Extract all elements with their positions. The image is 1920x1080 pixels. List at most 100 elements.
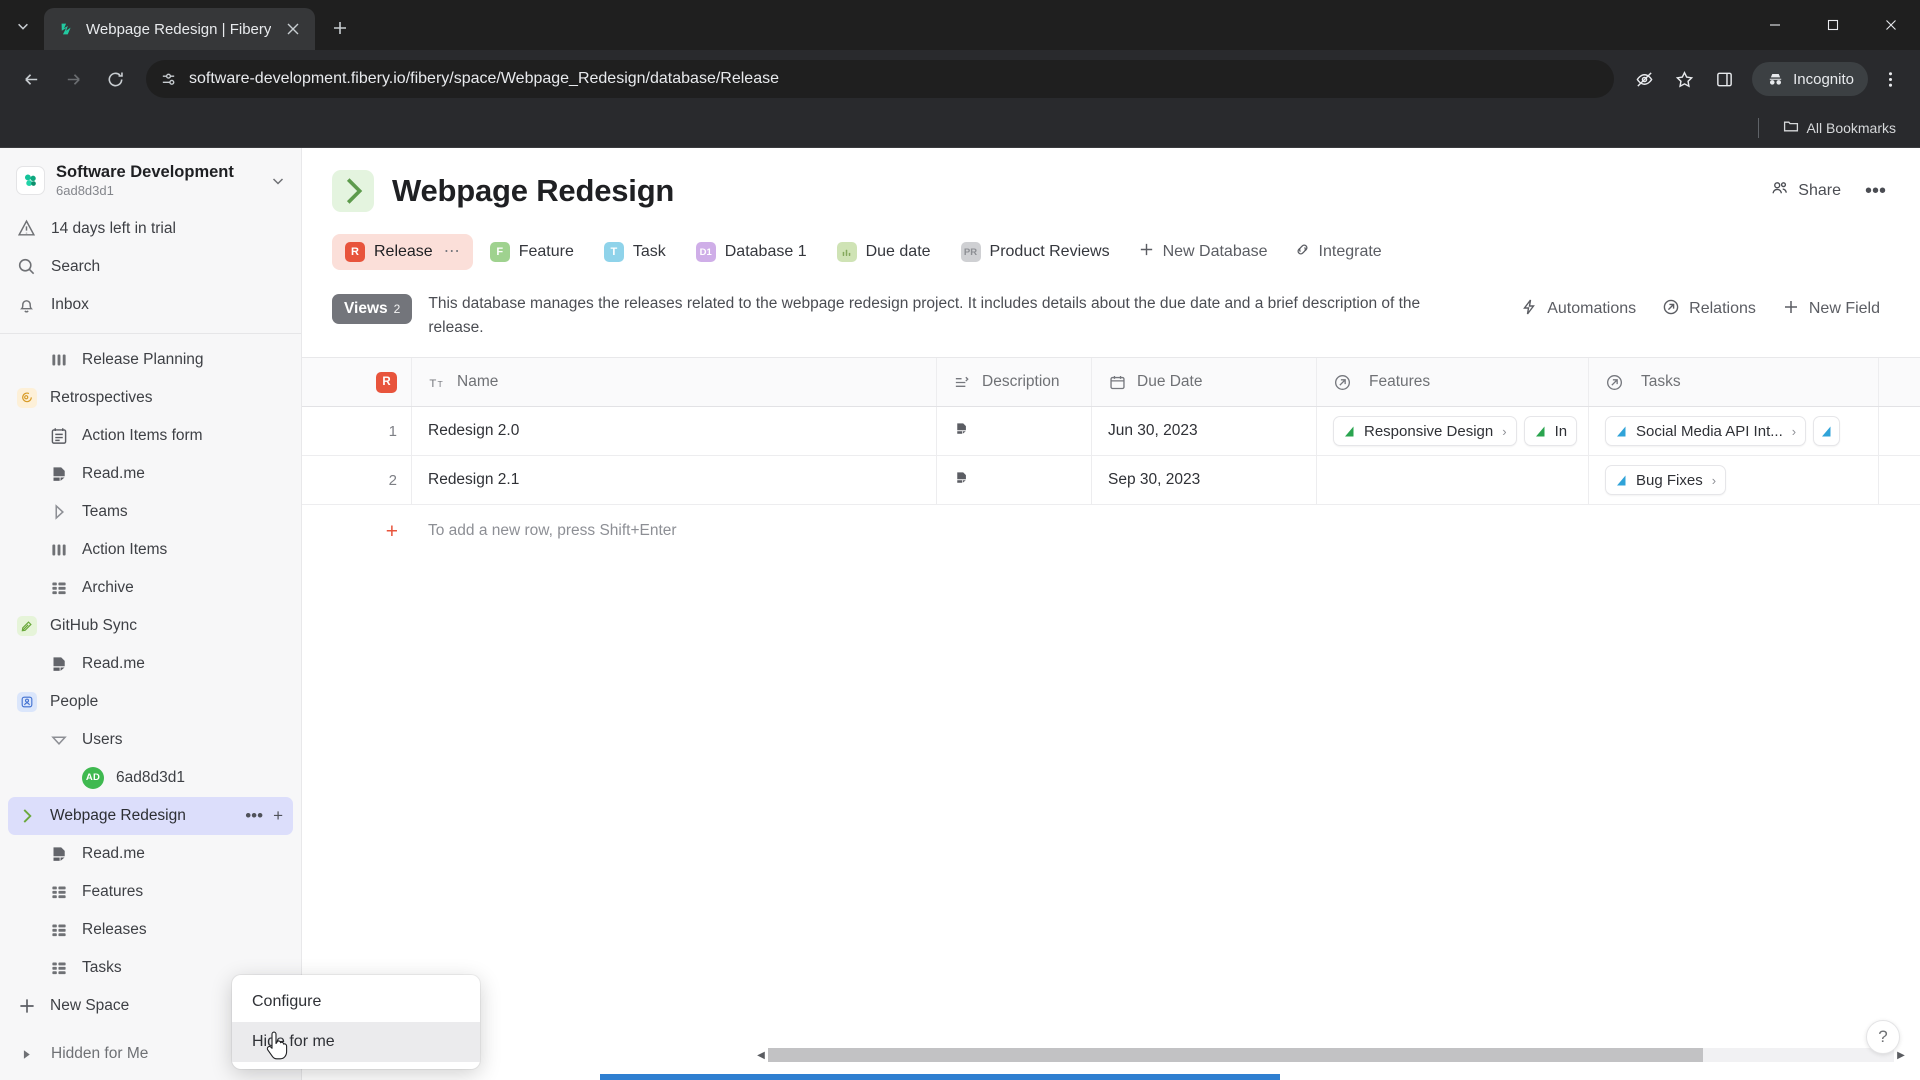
- sidebar-item-inbox[interactable]: Inbox: [0, 286, 301, 324]
- automations-button[interactable]: Automations: [1510, 292, 1646, 326]
- new-database-label: New Database: [1162, 243, 1268, 260]
- reload-button[interactable]: [96, 60, 134, 98]
- address-bar[interactable]: software-development.fibery.io/fibery/sp…: [146, 60, 1615, 98]
- close-window-button[interactable]: [1862, 0, 1920, 50]
- workspace-header[interactable]: Software Development 6ad8d3d1: [0, 148, 301, 210]
- column-header-description[interactable]: Description: [937, 358, 1092, 407]
- incognito-indicator[interactable]: Incognito: [1752, 62, 1868, 96]
- column-header-tasks[interactable]: Tasks: [1589, 358, 1879, 407]
- share-button[interactable]: Share: [1770, 179, 1841, 203]
- sidebar-item-webpage-redesign[interactable]: Webpage Redesign ••• +: [8, 796, 293, 835]
- sidebar-item-github-sync[interactable]: GitHub Sync: [0, 607, 301, 645]
- cell-name[interactable]: Redesign 2.1: [412, 456, 937, 505]
- database-description[interactable]: This database manages the releases relat…: [428, 292, 1438, 339]
- sidebar-item-readme-retro[interactable]: Read.me: [0, 455, 301, 493]
- relation-chip[interactable]: [1813, 416, 1841, 447]
- sidebar: Software Development 6ad8d3d1 14 days le…: [0, 148, 302, 1080]
- add-row-plus-icon[interactable]: +: [302, 521, 412, 542]
- sidebar-item-people[interactable]: People: [0, 683, 301, 721]
- forward-button[interactable]: [54, 60, 92, 98]
- table-row[interactable]: 2 Redesign 2.1 Sep 30, 2023 Bug Fixes ›: [302, 456, 1920, 506]
- sidebar-item-action-items[interactable]: Action Items: [0, 531, 301, 569]
- sidebar-item-retrospectives[interactable]: Retrospectives: [0, 379, 301, 417]
- tab-database-1[interactable]: D1 Database 1: [683, 234, 820, 270]
- chevron-right-icon[interactable]: ›: [1502, 424, 1506, 439]
- tab-due-date[interactable]: Due date: [824, 234, 944, 270]
- bell-icon: [16, 294, 37, 315]
- space-add-icon[interactable]: +: [273, 807, 283, 824]
- tab-release[interactable]: R Release ⋯: [332, 234, 473, 270]
- all-bookmarks-button[interactable]: All Bookmarks: [1775, 114, 1904, 141]
- page-more-icon[interactable]: •••: [1861, 181, 1890, 201]
- tab-more-icon[interactable]: ⋯: [444, 244, 460, 260]
- back-button[interactable]: [12, 60, 50, 98]
- maximize-button[interactable]: [1804, 0, 1862, 50]
- due-date-badge-icon: [836, 242, 857, 262]
- sidebar-item-releases[interactable]: Releases: [0, 911, 301, 949]
- sidebar-item-archive[interactable]: Archive: [0, 569, 301, 607]
- scrollbar-thumb[interactable]: [768, 1048, 1703, 1062]
- new-tab-button[interactable]: [323, 11, 357, 45]
- cell-tasks[interactable]: Bug Fixes ›: [1589, 456, 1879, 505]
- cell-name[interactable]: Redesign 2.0: [412, 407, 937, 456]
- sidebar-item-users[interactable]: Users: [0, 721, 301, 759]
- eye-off-icon[interactable]: [1626, 61, 1662, 97]
- horizontal-scrollbar[interactable]: ◀ ▶: [754, 1046, 1908, 1064]
- side-panel-icon[interactable]: [1706, 61, 1742, 97]
- new-database-button[interactable]: New Database: [1127, 234, 1279, 270]
- column-label: Due Date: [1137, 373, 1203, 391]
- minimize-button[interactable]: [1746, 0, 1804, 50]
- cell-tasks[interactable]: Social Media API Int... ›: [1589, 407, 1879, 456]
- chevron-right-icon[interactable]: ›: [1712, 473, 1716, 488]
- cell-due-date[interactable]: Sep 30, 2023: [1092, 456, 1317, 505]
- workspace-logo-icon: [16, 166, 45, 196]
- cell-features[interactable]: [1317, 456, 1589, 505]
- scroll-left-arrow-icon[interactable]: ◀: [754, 1050, 768, 1061]
- cell-features[interactable]: Responsive Design › In: [1317, 407, 1589, 456]
- scrollbar-track[interactable]: [768, 1048, 1894, 1062]
- scroll-right-arrow-icon[interactable]: ▶: [1894, 1050, 1908, 1061]
- tab-task[interactable]: T Task: [591, 234, 679, 270]
- context-menu-item-configure[interactable]: Configure: [232, 982, 480, 1022]
- cell-description[interactable]: [937, 456, 1092, 505]
- site-settings-icon[interactable]: [160, 71, 177, 88]
- sidebar-item-readme-webpage[interactable]: Read.me: [0, 835, 301, 873]
- relations-button[interactable]: Relations: [1652, 292, 1766, 326]
- space-more-icon[interactable]: •••: [245, 807, 263, 824]
- sidebar-item-user-6ad8d3d1[interactable]: AD 6ad8d3d1: [0, 759, 301, 797]
- tab-search-icon[interactable]: [6, 9, 40, 43]
- chevron-right-icon[interactable]: ›: [1792, 424, 1796, 439]
- relation-chip[interactable]: Responsive Design ›: [1333, 416, 1517, 447]
- column-label: Tasks: [1641, 373, 1681, 391]
- sidebar-item-search[interactable]: Search: [0, 248, 301, 286]
- space-expand-icon[interactable]: [332, 170, 374, 212]
- new-field-button[interactable]: New Field: [1772, 292, 1890, 326]
- tab-close-icon[interactable]: [281, 17, 305, 41]
- chevron-down-icon[interactable]: [269, 172, 287, 190]
- trial-status[interactable]: 14 days left in trial: [0, 210, 301, 248]
- chevron-right-icon[interactable]: [16, 805, 38, 827]
- sidebar-item-features[interactable]: Features: [0, 873, 301, 911]
- sidebar-item-readme-github[interactable]: Read.me: [0, 645, 301, 683]
- browser-menu-icon[interactable]: [1872, 61, 1908, 97]
- cell-due-date[interactable]: Jun 30, 2023: [1092, 407, 1317, 456]
- table-row[interactable]: 1 Redesign 2.0 Jun 30, 2023 Responsive D…: [302, 407, 1920, 457]
- integrate-button[interactable]: Integrate: [1283, 234, 1393, 270]
- relation-chip[interactable]: In: [1523, 416, 1578, 447]
- column-header-name[interactable]: TT Name: [412, 358, 937, 407]
- column-header-features[interactable]: Features: [1317, 358, 1589, 407]
- help-button[interactable]: ?: [1866, 1020, 1900, 1054]
- sidebar-item-action-items-form[interactable]: Action Items form: [0, 417, 301, 455]
- views-button[interactable]: Views 2: [332, 294, 413, 324]
- column-header-due-date[interactable]: Due Date: [1092, 358, 1317, 407]
- sidebar-item-release-planning[interactable]: Release Planning: [0, 341, 301, 379]
- sidebar-item-teams[interactable]: Teams: [0, 493, 301, 531]
- browser-tab[interactable]: Webpage Redesign | Fibery: [44, 8, 316, 50]
- add-row[interactable]: + To add a new row, press Shift+Enter: [302, 505, 1920, 557]
- bookmark-star-icon[interactable]: [1666, 61, 1702, 97]
- relation-chip[interactable]: Bug Fixes ›: [1605, 465, 1727, 496]
- tab-feature[interactable]: F Feature: [477, 234, 587, 270]
- tab-product-reviews[interactable]: PR Product Reviews: [948, 234, 1123, 270]
- relation-chip[interactable]: Social Media API Int... ›: [1605, 416, 1807, 447]
- cell-description[interactable]: [937, 407, 1092, 456]
